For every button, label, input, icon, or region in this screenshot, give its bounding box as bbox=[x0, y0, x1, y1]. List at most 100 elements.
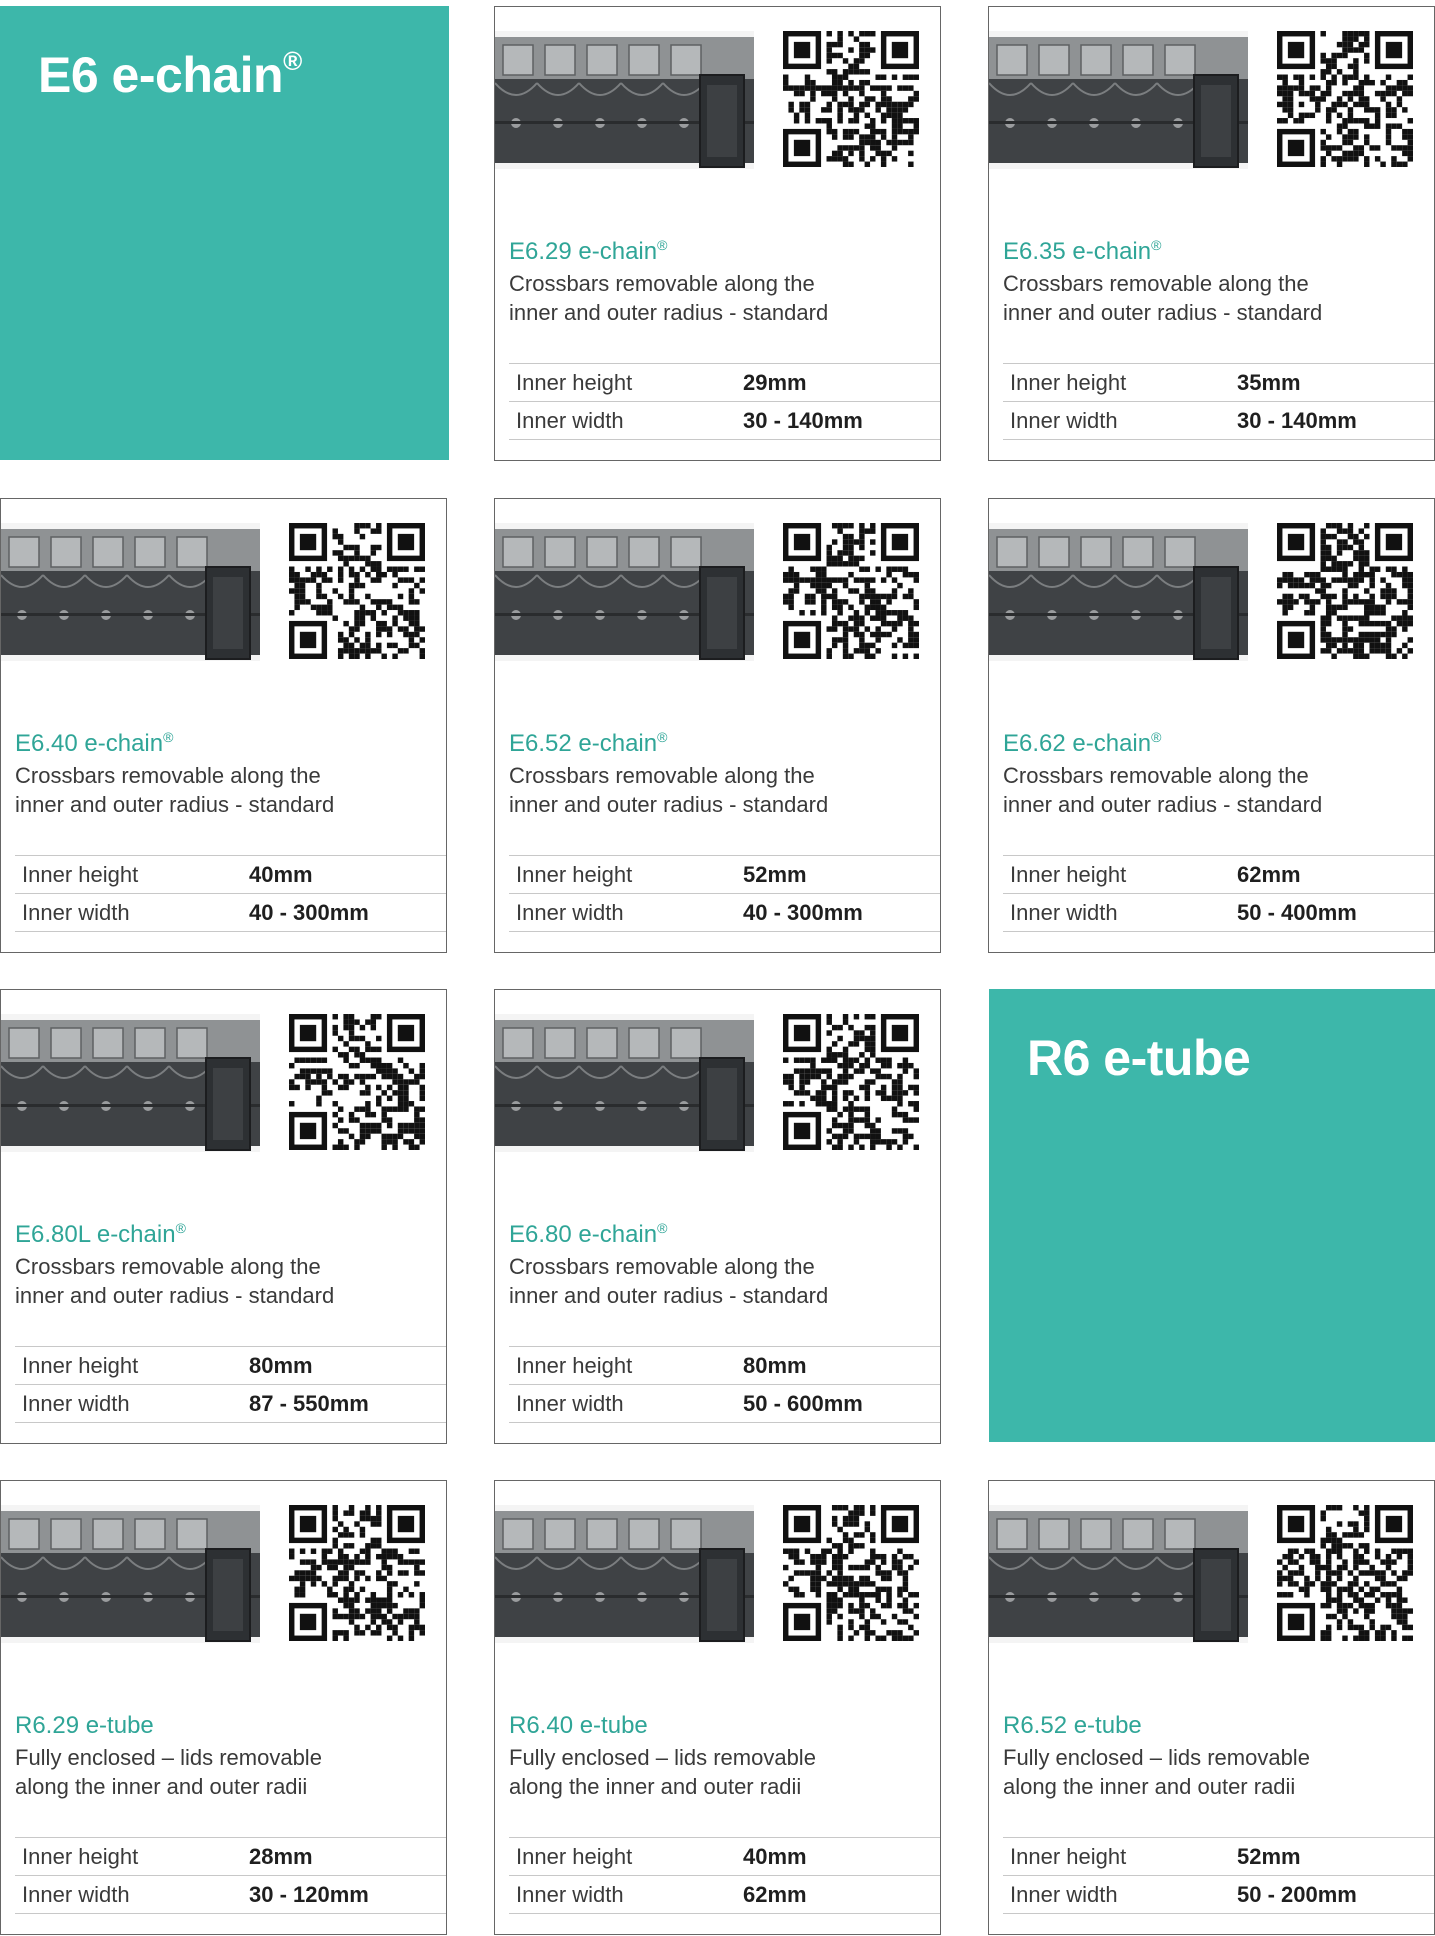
product-title: E6.40 e-chain® bbox=[15, 729, 174, 757]
qr-code-icon[interactable] bbox=[783, 31, 919, 167]
section-title: E6 e-chain® bbox=[38, 46, 302, 103]
spec-row-width: Inner width 40 - 300mm bbox=[15, 894, 446, 932]
qr-code-icon[interactable] bbox=[783, 1014, 919, 1150]
spec-label: Inner width bbox=[516, 1390, 624, 1416]
product-image bbox=[495, 523, 754, 661]
qr-code-icon[interactable] bbox=[783, 1505, 919, 1641]
product-description: Crossbars removable along the inner and o… bbox=[509, 271, 829, 325]
product-image bbox=[495, 1505, 754, 1643]
spec-value: 80mm bbox=[249, 1352, 313, 1378]
spec-label: Inner height bbox=[516, 1352, 633, 1378]
spec-row-height: Inner height 52mm bbox=[509, 856, 940, 894]
spec-row-width: Inner width 50 - 400mm bbox=[1003, 894, 1434, 932]
product-image bbox=[989, 1505, 1248, 1643]
spec-row-width: Inner width 50 - 200mm bbox=[1003, 1876, 1434, 1914]
cable-chain-icon bbox=[1, 523, 260, 661]
spec-label: Inner width bbox=[516, 1881, 624, 1907]
spec-value: 50 - 200mm bbox=[1237, 1881, 1357, 1907]
product-title: E6.29 e-chain® bbox=[509, 237, 668, 265]
product-card-8[interactable]: R6.29 e-tube Fully enclosed – lids remov… bbox=[0, 1480, 447, 1935]
product-card-3[interactable]: E6.40 e-chain® Crossbars removable along… bbox=[0, 498, 447, 953]
spec-table: Inner height 35mm Inner width 30 - 140mm bbox=[1003, 363, 1434, 440]
product-title: E6.52 e-chain® bbox=[509, 729, 668, 757]
product-description: Crossbars removable along the inner and o… bbox=[509, 1254, 829, 1308]
spec-value: 40mm bbox=[249, 861, 313, 887]
spec-value: 40 - 300mm bbox=[743, 899, 863, 925]
spec-value: 87 - 550mm bbox=[249, 1390, 369, 1416]
spec-table: Inner height 40mm Inner width 62mm bbox=[509, 1837, 940, 1914]
spec-label: Inner width bbox=[516, 407, 624, 433]
qr-code-icon[interactable] bbox=[1277, 31, 1413, 167]
spec-row-width: Inner width 40 - 300mm bbox=[509, 894, 940, 932]
spec-value: 28mm bbox=[249, 1843, 313, 1869]
product-title: E6.62 e-chain® bbox=[1003, 729, 1162, 757]
spec-row-height: Inner height 35mm bbox=[1003, 364, 1434, 402]
product-description: Crossbars removable along the inner and o… bbox=[15, 1254, 335, 1308]
product-title: E6.80 e-chain® bbox=[509, 1220, 668, 1248]
product-image bbox=[1, 1505, 260, 1643]
spec-row-height: Inner height 28mm bbox=[15, 1838, 446, 1876]
spec-label: Inner width bbox=[1010, 899, 1118, 925]
spec-value: 40 - 300mm bbox=[249, 899, 369, 925]
spec-value: 35mm bbox=[1237, 369, 1301, 395]
qr-code-icon[interactable] bbox=[289, 523, 425, 659]
cable-chain-icon bbox=[495, 1014, 754, 1152]
qr-code-icon[interactable] bbox=[1277, 523, 1413, 659]
spec-table: Inner height 28mm Inner width 30 - 120mm bbox=[15, 1837, 446, 1914]
spec-label: Inner height bbox=[516, 369, 633, 395]
spec-label: Inner height bbox=[1010, 861, 1127, 887]
spec-label: Inner width bbox=[516, 899, 624, 925]
section-header-r6: R6 e-tube bbox=[989, 989, 1435, 1442]
spec-row-width: Inner width 30 - 140mm bbox=[509, 402, 940, 440]
cable-chain-icon bbox=[495, 523, 754, 661]
product-description: Fully enclosed – lids removable along the… bbox=[509, 1745, 816, 1799]
spec-label: Inner width bbox=[1010, 407, 1118, 433]
product-card-1[interactable]: E6.29 e-chain® Crossbars removable along… bbox=[494, 6, 941, 461]
spec-row-height: Inner height 29mm bbox=[509, 364, 940, 402]
spec-table: Inner height 52mm Inner width 50 - 200mm bbox=[1003, 1837, 1434, 1914]
cable-chain-icon bbox=[989, 31, 1248, 169]
spec-table: Inner height 29mm Inner width 30 - 140mm bbox=[509, 363, 940, 440]
spec-value: 30 - 140mm bbox=[1237, 407, 1357, 433]
spec-table: Inner height 80mm Inner width 50 - 600mm bbox=[509, 1346, 940, 1423]
spec-value: 50 - 600mm bbox=[743, 1390, 863, 1416]
spec-value: 50 - 400mm bbox=[1237, 899, 1357, 925]
spec-row-width: Inner width 30 - 120mm bbox=[15, 1876, 446, 1914]
spec-label: Inner height bbox=[22, 1843, 139, 1869]
product-image bbox=[989, 523, 1248, 661]
spec-row-height: Inner height 52mm bbox=[1003, 1838, 1434, 1876]
product-image bbox=[495, 31, 754, 169]
spec-label: Inner height bbox=[22, 861, 139, 887]
spec-table: Inner height 80mm Inner width 87 - 550mm bbox=[15, 1346, 446, 1423]
spec-row-height: Inner height 40mm bbox=[15, 856, 446, 894]
product-card-5[interactable]: E6.62 e-chain® Crossbars removable along… bbox=[988, 498, 1435, 953]
section-title: R6 e-tube bbox=[1027, 1030, 1251, 1086]
product-description: Fully enclosed – lids removable along the… bbox=[1003, 1745, 1310, 1799]
qr-code-icon[interactable] bbox=[1277, 1505, 1413, 1641]
spec-label: Inner width bbox=[22, 899, 130, 925]
spec-row-width: Inner width 30 - 140mm bbox=[1003, 402, 1434, 440]
spec-row-height: Inner height 80mm bbox=[509, 1347, 940, 1385]
spec-row-width: Inner width 87 - 550mm bbox=[15, 1385, 446, 1423]
product-card-6[interactable]: E6.80L e-chain® Crossbars removable alon… bbox=[0, 989, 447, 1444]
cable-chain-icon bbox=[495, 31, 754, 169]
spec-value: 52mm bbox=[743, 861, 807, 887]
spec-value: 62mm bbox=[1237, 861, 1301, 887]
product-card-2[interactable]: E6.35 e-chain® Crossbars removable along… bbox=[988, 6, 1435, 461]
spec-row-height: Inner height 62mm bbox=[1003, 856, 1434, 894]
product-description: Crossbars removable along the inner and o… bbox=[509, 763, 829, 817]
cable-chain-icon bbox=[495, 1505, 754, 1643]
product-description: Crossbars removable along the inner and o… bbox=[15, 763, 335, 817]
product-description: Fully enclosed – lids removable along the… bbox=[15, 1745, 322, 1799]
qr-code-icon[interactable] bbox=[289, 1014, 425, 1150]
product-image bbox=[1, 523, 260, 661]
product-card-7[interactable]: E6.80 e-chain® Crossbars removable along… bbox=[494, 989, 941, 1444]
qr-code-icon[interactable] bbox=[783, 523, 919, 659]
product-title: R6.52 e-tube bbox=[1003, 1712, 1142, 1739]
product-title: R6.29 e-tube bbox=[15, 1712, 154, 1739]
product-card-4[interactable]: E6.52 e-chain® Crossbars removable along… bbox=[494, 498, 941, 953]
qr-code-icon[interactable] bbox=[289, 1505, 425, 1641]
product-card-9[interactable]: R6.40 e-tube Fully enclosed – lids remov… bbox=[494, 1480, 941, 1935]
product-description: Crossbars removable along the inner and o… bbox=[1003, 271, 1323, 325]
product-card-10[interactable]: R6.52 e-tube Fully enclosed – lids remov… bbox=[988, 1480, 1435, 1935]
